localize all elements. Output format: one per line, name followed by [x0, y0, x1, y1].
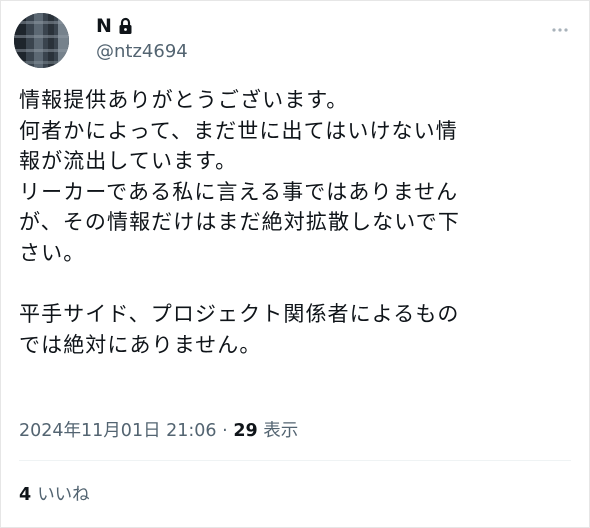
views-label: 表示 — [263, 421, 299, 441]
lock-icon — [118, 17, 133, 35]
avatar[interactable] — [14, 13, 69, 68]
tweet-meta: 2024年11月01日 21:06 · 29 表示 — [19, 419, 298, 443]
tweet-card: N @ntz4694 情報提供ありがとうございます。 何者かによって、まだ世に出… — [0, 0, 590, 528]
likes-link[interactable]: 4 いいね — [19, 483, 90, 507]
author-name-row[interactable]: N — [96, 14, 133, 38]
tweet-line: 報が流出しています。 — [19, 149, 238, 174]
timestamp[interactable]: 2024年11月01日 21:06 — [19, 421, 217, 441]
tweet-line: さい。 — [19, 240, 86, 265]
tweet-line: リーカーである私に言える事ではありません — [19, 179, 459, 204]
meta-separator: · — [222, 421, 228, 441]
tweet-line: 平手サイド、プロジェクト関係者によるもの — [19, 302, 460, 327]
divider — [19, 460, 571, 461]
more-button[interactable] — [549, 21, 571, 43]
likes-label: いいね — [37, 485, 90, 505]
tweet-line: 情報提供ありがとうございます。 — [19, 88, 349, 112]
tweet-line: では絶対にありません。 — [19, 332, 262, 357]
display-name[interactable]: N — [96, 14, 112, 38]
likes-count: 4 — [19, 485, 32, 505]
tweet-line: 何者かによって、まだ世に出てはいけない情 — [19, 118, 458, 143]
author-handle[interactable]: @ntz4694 — [96, 41, 188, 63]
tweet-line: が、その情報だけはまだ絶対拡散しないで下 — [19, 210, 460, 235]
tweet-text: 情報提供ありがとうございます。 何者かによって、まだ世に出てはいけない情 報が流… — [19, 85, 581, 360]
views-count: 29 — [233, 421, 258, 441]
more-icon — [551, 21, 569, 43]
